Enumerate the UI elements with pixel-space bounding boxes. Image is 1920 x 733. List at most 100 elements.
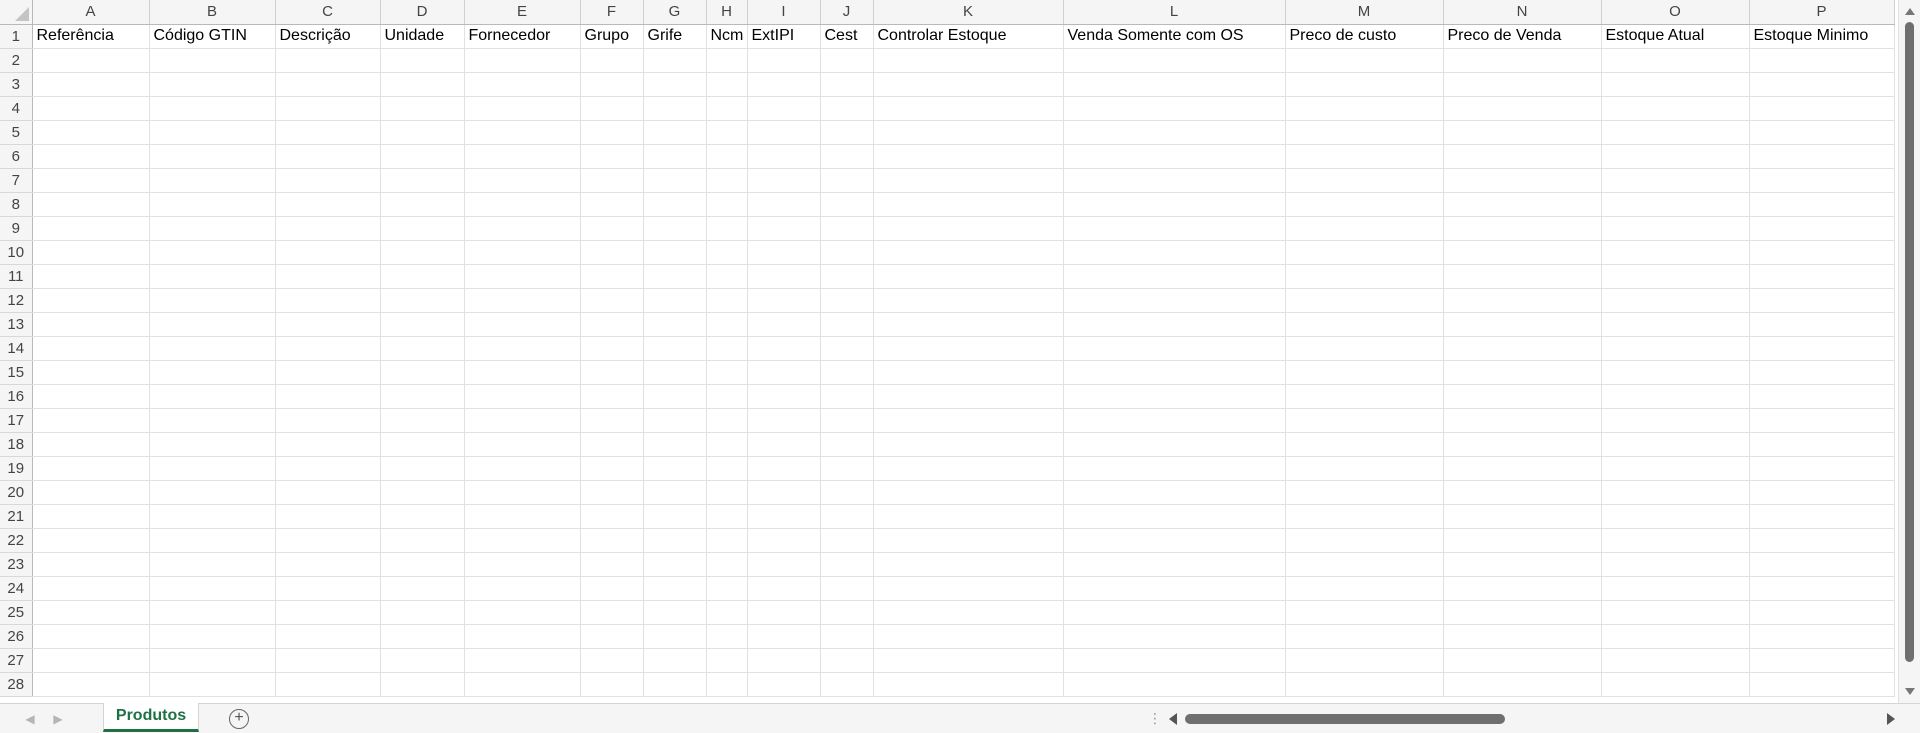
cell-d16[interactable] bbox=[380, 384, 465, 409]
cell-b3[interactable] bbox=[149, 72, 276, 97]
cell-g24[interactable] bbox=[643, 576, 707, 601]
cell-c6[interactable] bbox=[275, 144, 381, 169]
cell-h2[interactable] bbox=[706, 48, 748, 73]
cell-n6[interactable] bbox=[1443, 144, 1602, 169]
cell-n18[interactable] bbox=[1443, 432, 1602, 457]
cell-h26[interactable] bbox=[706, 624, 748, 649]
cell-a6[interactable] bbox=[32, 144, 150, 169]
cell-a7[interactable] bbox=[32, 168, 150, 193]
cell-b18[interactable] bbox=[149, 432, 276, 457]
cell-o3[interactable] bbox=[1601, 72, 1750, 97]
cell-m6[interactable] bbox=[1285, 144, 1444, 169]
cell-b22[interactable] bbox=[149, 528, 276, 553]
cell-j20[interactable] bbox=[820, 480, 874, 505]
cell-p19[interactable] bbox=[1749, 456, 1895, 481]
cell-m22[interactable] bbox=[1285, 528, 1444, 553]
cell-i7[interactable] bbox=[747, 168, 821, 193]
cell-a22[interactable] bbox=[32, 528, 150, 553]
cell-n16[interactable] bbox=[1443, 384, 1602, 409]
cell-e21[interactable] bbox=[464, 504, 581, 529]
cell-j6[interactable] bbox=[820, 144, 874, 169]
cell-d18[interactable] bbox=[380, 432, 465, 457]
cell-d28[interactable] bbox=[380, 672, 465, 697]
row-header[interactable]: 20 bbox=[0, 480, 33, 505]
cell-g17[interactable] bbox=[643, 408, 707, 433]
cell-m25[interactable] bbox=[1285, 600, 1444, 625]
cell-p12[interactable] bbox=[1749, 288, 1895, 313]
cell-n25[interactable] bbox=[1443, 600, 1602, 625]
cell-p5[interactable] bbox=[1749, 120, 1895, 145]
cell-o24[interactable] bbox=[1601, 576, 1750, 601]
cell-j10[interactable] bbox=[820, 240, 874, 265]
select-all-corner[interactable] bbox=[0, 0, 33, 25]
cell-c15[interactable] bbox=[275, 360, 381, 385]
cell-j15[interactable] bbox=[820, 360, 874, 385]
cell-a3[interactable] bbox=[32, 72, 150, 97]
row-header[interactable]: 8 bbox=[0, 192, 33, 217]
cell-c8[interactable] bbox=[275, 192, 381, 217]
cell-c24[interactable] bbox=[275, 576, 381, 601]
cell-h20[interactable] bbox=[706, 480, 748, 505]
column-header-l[interactable]: L bbox=[1063, 0, 1286, 25]
column-header-o[interactable]: O bbox=[1601, 0, 1750, 25]
cell-b10[interactable] bbox=[149, 240, 276, 265]
cell-e9[interactable] bbox=[464, 216, 581, 241]
cell-c11[interactable] bbox=[275, 264, 381, 289]
cell-k20[interactable] bbox=[873, 480, 1064, 505]
cell-m27[interactable] bbox=[1285, 648, 1444, 673]
cell-j2[interactable] bbox=[820, 48, 874, 73]
cell-e3[interactable] bbox=[464, 72, 581, 97]
cell-c19[interactable] bbox=[275, 456, 381, 481]
cell-a4[interactable] bbox=[32, 96, 150, 121]
cell-m2[interactable] bbox=[1285, 48, 1444, 73]
cell-k28[interactable] bbox=[873, 672, 1064, 697]
cell-a21[interactable] bbox=[32, 504, 150, 529]
cell-c4[interactable] bbox=[275, 96, 381, 121]
cell-b11[interactable] bbox=[149, 264, 276, 289]
cell-b2[interactable] bbox=[149, 48, 276, 73]
cell-j1[interactable]: Cest bbox=[820, 24, 874, 49]
cell-f11[interactable] bbox=[580, 264, 644, 289]
cell-l3[interactable] bbox=[1063, 72, 1286, 97]
cell-m14[interactable] bbox=[1285, 336, 1444, 361]
cell-d14[interactable] bbox=[380, 336, 465, 361]
cell-a10[interactable] bbox=[32, 240, 150, 265]
cell-a14[interactable] bbox=[32, 336, 150, 361]
tab-splitter-handle[interactable]: ⋮ bbox=[1148, 711, 1162, 725]
cell-i18[interactable] bbox=[747, 432, 821, 457]
cell-d3[interactable] bbox=[380, 72, 465, 97]
cell-f28[interactable] bbox=[580, 672, 644, 697]
cell-a11[interactable] bbox=[32, 264, 150, 289]
cell-m17[interactable] bbox=[1285, 408, 1444, 433]
cell-i26[interactable] bbox=[747, 624, 821, 649]
cell-b8[interactable] bbox=[149, 192, 276, 217]
cell-i8[interactable] bbox=[747, 192, 821, 217]
cell-n20[interactable] bbox=[1443, 480, 1602, 505]
cell-i27[interactable] bbox=[747, 648, 821, 673]
cell-p27[interactable] bbox=[1749, 648, 1895, 673]
cell-p2[interactable] bbox=[1749, 48, 1895, 73]
cell-c18[interactable] bbox=[275, 432, 381, 457]
cell-g27[interactable] bbox=[643, 648, 707, 673]
cell-i15[interactable] bbox=[747, 360, 821, 385]
cell-b15[interactable] bbox=[149, 360, 276, 385]
column-header-m[interactable]: M bbox=[1285, 0, 1444, 25]
cell-e16[interactable] bbox=[464, 384, 581, 409]
cell-j21[interactable] bbox=[820, 504, 874, 529]
cell-n14[interactable] bbox=[1443, 336, 1602, 361]
cell-o23[interactable] bbox=[1601, 552, 1750, 577]
cell-k21[interactable] bbox=[873, 504, 1064, 529]
cell-o6[interactable] bbox=[1601, 144, 1750, 169]
cell-l8[interactable] bbox=[1063, 192, 1286, 217]
cell-g23[interactable] bbox=[643, 552, 707, 577]
cell-m13[interactable] bbox=[1285, 312, 1444, 337]
cell-f23[interactable] bbox=[580, 552, 644, 577]
cell-d6[interactable] bbox=[380, 144, 465, 169]
cell-p10[interactable] bbox=[1749, 240, 1895, 265]
cell-m18[interactable] bbox=[1285, 432, 1444, 457]
cell-j23[interactable] bbox=[820, 552, 874, 577]
cell-b17[interactable] bbox=[149, 408, 276, 433]
cell-j8[interactable] bbox=[820, 192, 874, 217]
cell-j12[interactable] bbox=[820, 288, 874, 313]
column-header-k[interactable]: K bbox=[873, 0, 1064, 25]
